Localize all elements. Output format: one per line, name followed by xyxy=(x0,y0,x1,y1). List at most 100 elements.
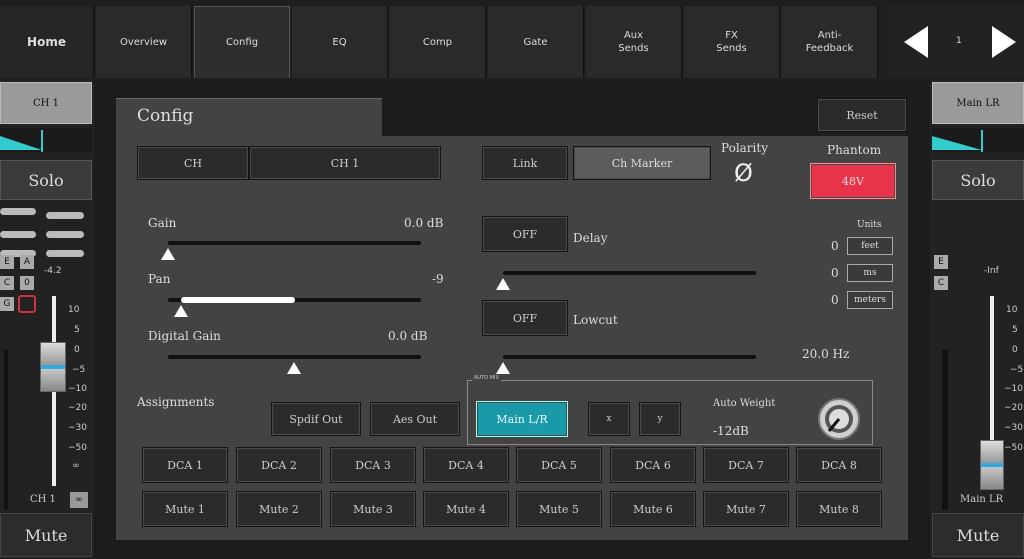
right-c-button[interactable]: C xyxy=(934,276,948,290)
page-number: 1 xyxy=(956,36,962,46)
left-solo-button[interactable]: Solo xyxy=(0,160,92,200)
pan-slider-thumb[interactable] xyxy=(174,305,188,317)
left-mute-button[interactable]: Mute xyxy=(0,513,92,557)
delay-toggle-button[interactable]: OFF xyxy=(482,216,568,252)
mute-5-button[interactable]: Mute 5 xyxy=(516,491,602,527)
dca-5-button[interactable]: DCA 5 xyxy=(516,447,602,483)
left-meter-value: -4.2 xyxy=(44,266,62,276)
left-link-icon[interactable]: ∞ xyxy=(70,492,88,508)
pan-slider-fill xyxy=(181,297,295,303)
aes-out-button[interactable]: Aes Out xyxy=(370,402,460,436)
digital-gain-label: Digital Gain xyxy=(148,329,221,343)
phantom-48v-button[interactable]: 48V xyxy=(810,163,896,199)
digital-gain-value: 0.0 dB xyxy=(388,329,428,343)
mute-2-button[interactable]: Mute 2 xyxy=(236,491,322,527)
pan-label: Pan xyxy=(148,272,171,286)
pan-value: -9 xyxy=(432,272,444,286)
lowcut-slider-track[interactable] xyxy=(503,355,756,359)
gain-value: 0.0 dB xyxy=(404,216,444,230)
digital-gain-slider-track[interactable] xyxy=(168,355,421,359)
tab-eq[interactable]: EQ xyxy=(292,6,388,78)
delay-slider-thumb[interactable] xyxy=(496,278,510,290)
lowcut-value: 20.0 Hz xyxy=(802,347,850,361)
home-button[interactable]: Home xyxy=(0,6,94,78)
right-fader-knob[interactable] xyxy=(980,440,1004,490)
units-meters-button[interactable]: meters xyxy=(847,291,893,309)
left-channel-name[interactable]: CH 1 xyxy=(0,82,92,124)
ch-label-button[interactable]: CH xyxy=(137,146,249,180)
tab-overview[interactable]: Overview xyxy=(96,6,192,78)
delay-slider-track[interactable] xyxy=(503,271,756,275)
dca-3-button[interactable]: DCA 3 xyxy=(330,447,416,483)
left-c-button[interactable]: C xyxy=(0,276,14,290)
dca-6-button[interactable]: DCA 6 xyxy=(610,447,696,483)
prev-page-icon[interactable] xyxy=(904,26,928,58)
dca-4-button[interactable]: DCA 4 xyxy=(423,447,509,483)
left-meter xyxy=(4,350,8,510)
gain-slider-track[interactable] xyxy=(168,241,421,245)
units-feet-button[interactable]: feet xyxy=(847,237,893,255)
left-g-button[interactable]: G xyxy=(0,297,14,311)
next-page-icon[interactable] xyxy=(992,26,1016,58)
right-meter xyxy=(942,350,948,510)
mute-6-button[interactable]: Mute 6 xyxy=(610,491,696,527)
reset-button[interactable]: Reset xyxy=(817,98,907,132)
mute-3-button[interactable]: Mute 3 xyxy=(330,491,416,527)
units-label: Units xyxy=(857,220,882,230)
units-meters-value: 0 xyxy=(831,293,839,307)
right-channel-name[interactable]: Main LR xyxy=(932,82,1024,124)
units-ms-value: 0 xyxy=(831,266,839,280)
right-e-button[interactable]: E xyxy=(934,255,948,269)
left-e-button[interactable]: E xyxy=(0,255,14,269)
mute-1-button[interactable]: Mute 1 xyxy=(142,491,228,527)
link-button[interactable]: Link xyxy=(482,146,568,180)
left-bottom-label: CH 1 xyxy=(30,494,56,505)
gain-slider-thumb[interactable] xyxy=(161,248,175,260)
left-record-icon[interactable] xyxy=(18,295,36,313)
dca-8-button[interactable]: DCA 8 xyxy=(796,447,882,483)
lowcut-toggle-button[interactable]: OFF xyxy=(482,300,568,336)
mute-8-button[interactable]: Mute 8 xyxy=(796,491,882,527)
phantom-label: Phantom xyxy=(827,143,882,157)
left-a-button[interactable]: A xyxy=(20,255,34,269)
mute-4-button[interactable]: Mute 4 xyxy=(423,491,509,527)
dca-7-button[interactable]: DCA 7 xyxy=(703,447,789,483)
left-fader-knob[interactable] xyxy=(40,342,66,392)
polarity-label: Polarity xyxy=(721,141,768,155)
units-ms-button[interactable]: ms xyxy=(847,264,893,282)
tab-fx-sends[interactable]: FX Sends xyxy=(684,6,780,78)
assignments-label: Assignments xyxy=(137,395,215,409)
tab-comp[interactable]: Comp xyxy=(390,6,486,78)
left-pan-indicator xyxy=(0,128,92,152)
spdif-out-button[interactable]: Spdif Out xyxy=(271,402,361,436)
right-pan-indicator xyxy=(932,128,1024,152)
polarity-icon[interactable]: Ø xyxy=(734,158,753,188)
right-mute-button[interactable]: Mute xyxy=(932,513,1024,557)
top-nav-bar: Home Overview Config EQ Comp Gate Aux Se… xyxy=(0,0,1024,80)
automix-x-button[interactable]: x xyxy=(588,402,630,436)
gain-label: Gain xyxy=(148,216,177,230)
tab-aux-sends[interactable]: Aux Sends xyxy=(586,6,682,78)
page-navigator: 1 xyxy=(888,6,1024,78)
auto-weight-value: -12dB xyxy=(713,424,749,438)
dca-1-button[interactable]: DCA 1 xyxy=(142,447,228,483)
digital-gain-slider-thumb[interactable] xyxy=(287,362,301,374)
main-lr-button[interactable]: Main L/R xyxy=(476,401,568,437)
auto-weight-knob-icon[interactable] xyxy=(816,397,862,441)
tab-config[interactable]: Config xyxy=(194,6,290,78)
dca-2-button[interactable]: DCA 2 xyxy=(236,447,322,483)
panel-title: Config xyxy=(137,106,194,126)
lowcut-slider-thumb[interactable] xyxy=(496,362,510,374)
right-bottom-label: Main LR xyxy=(960,494,1004,505)
config-panel xyxy=(116,136,908,540)
tab-anti-feedback[interactable]: Anti- Feedback xyxy=(782,6,878,78)
left-0-button[interactable]: 0 xyxy=(20,276,34,290)
right-solo-button[interactable]: Solo xyxy=(932,160,1024,200)
ch-marker-button[interactable]: Ch Marker xyxy=(573,146,711,180)
mute-7-button[interactable]: Mute 7 xyxy=(703,491,789,527)
automix-y-button[interactable]: y xyxy=(639,402,681,436)
auto-weight-label: Auto Weight xyxy=(713,398,776,409)
units-feet-value: 0 xyxy=(831,239,839,253)
ch-select-button[interactable]: CH 1 xyxy=(249,146,441,180)
tab-gate[interactable]: Gate xyxy=(488,6,584,78)
